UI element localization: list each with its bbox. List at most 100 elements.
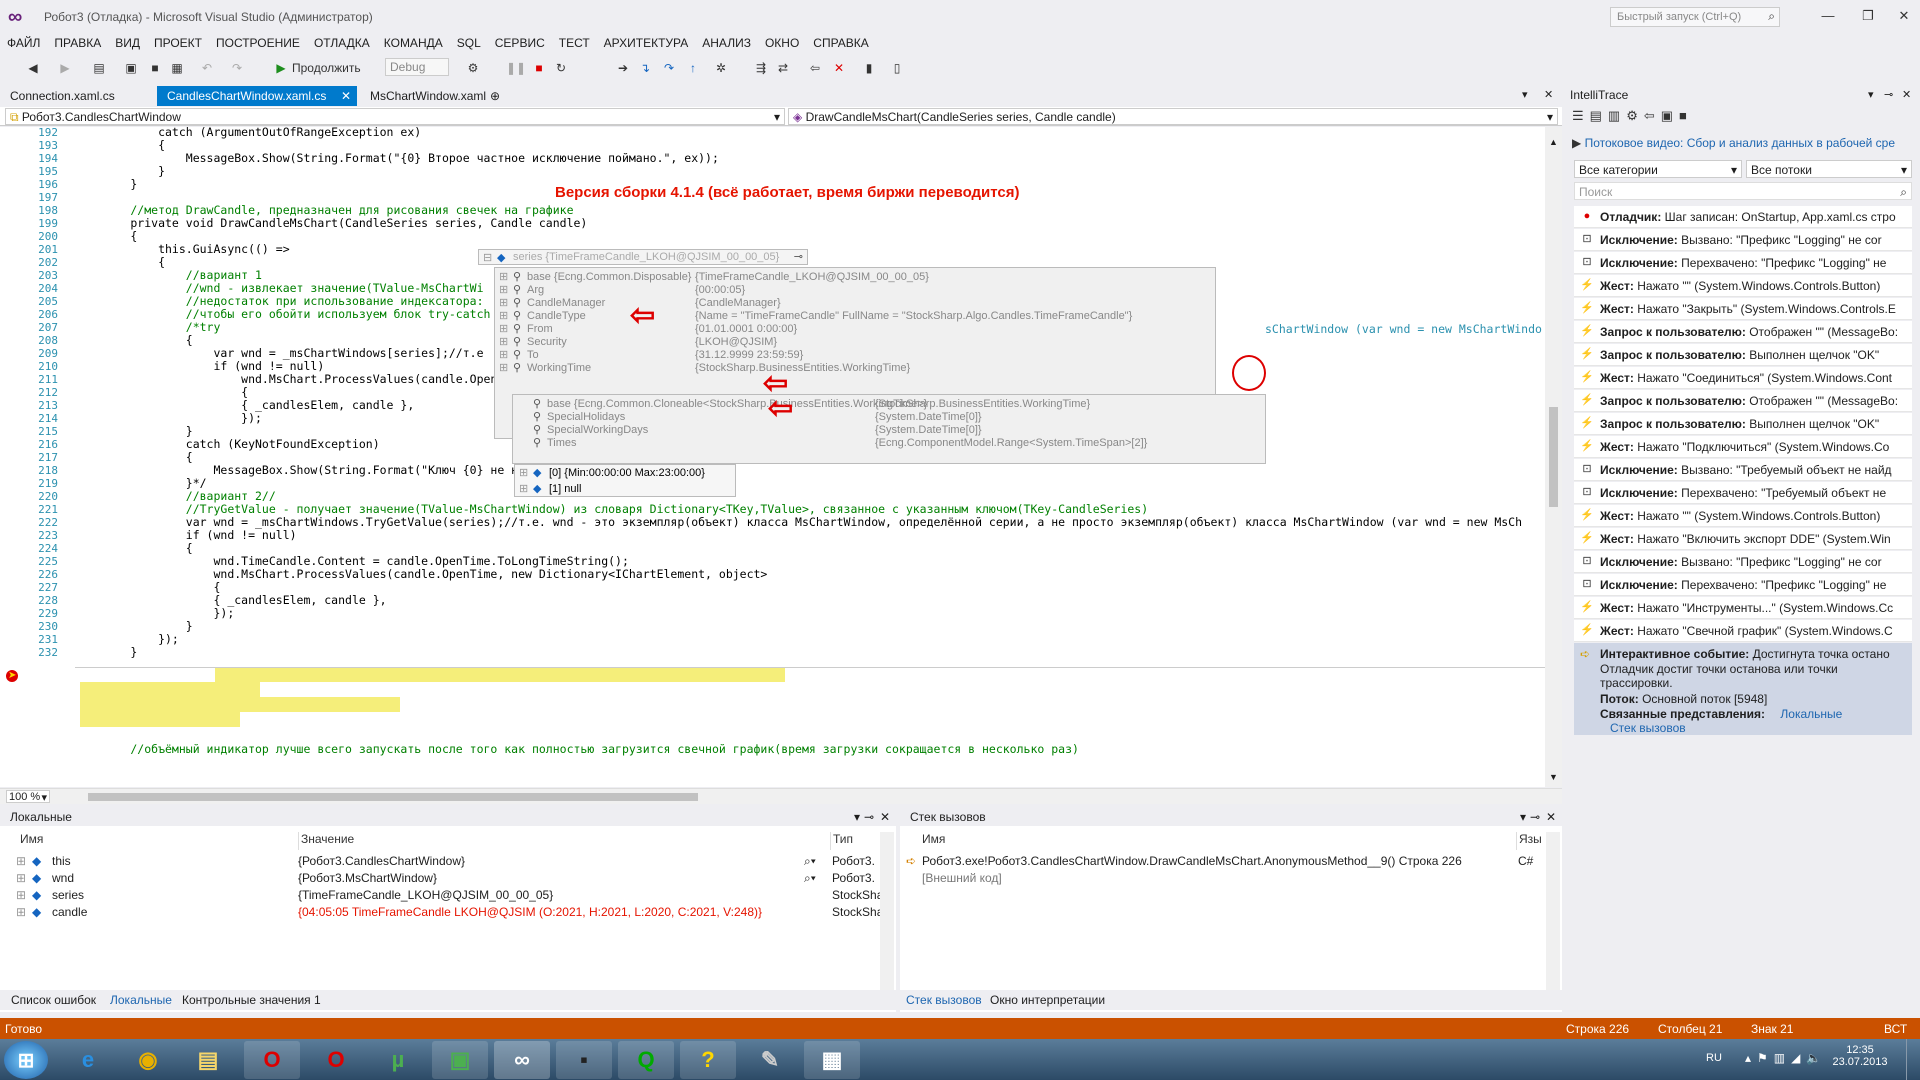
tools-icon[interactable]: ✎ [742, 1041, 798, 1079]
menu-sql[interactable]: SQL [450, 34, 488, 52]
column-value[interactable]: Значение [298, 832, 354, 850]
menu-window[interactable]: ОКНО [758, 34, 806, 52]
vertical-scrollbar[interactable] [880, 832, 894, 1000]
intellitrace-event[interactable]: ⊡ Исключение: Перехвачено: "Префикс "Logg… [1574, 574, 1912, 596]
save-app-icon[interactable]: ▪ [556, 1041, 612, 1079]
continue-button[interactable]: Продолжить [292, 58, 372, 78]
clock[interactable]: 12:35 23.07.2013 [1830, 1044, 1890, 1068]
intellitrace-event[interactable]: ⚡ Жест: Нажато "" (System.Windows.Control… [1574, 275, 1912, 297]
opera-icon[interactable]: O [308, 1041, 364, 1079]
menu-test[interactable]: ТЕСТ [552, 34, 597, 52]
tab-error-list[interactable]: Список ошибок [11, 993, 96, 1007]
menu-debug[interactable]: ОТЛАДКА [307, 34, 377, 52]
show-next-statement-icon[interactable]: ➔ [614, 58, 632, 78]
document-icon[interactable]: ▦ [804, 1041, 860, 1079]
bookmark-clear-icon[interactable]: ✕ [830, 58, 848, 78]
intellitrace-event[interactable]: ⚡ Запрос к пользователю: Выполнен щелчок … [1574, 413, 1912, 435]
locals-row[interactable]: ⊞ ◆ series {TimeFrameCandle_LKOH@QJSIM_00_0… [0, 888, 880, 905]
tab-dropdown-icon[interactable]: ▾ [1522, 88, 1528, 101]
show-desktop-button[interactable] [1906, 1039, 1920, 1080]
tab-watch-1[interactable]: Контрольные значения 1 [182, 993, 321, 1007]
hscroll-thumb[interactable] [88, 793, 698, 801]
menu-team[interactable]: КОМАНДА [377, 34, 450, 52]
intellitrace-toolbar[interactable]: ☰▤▥⚙⇦▣■ [1572, 108, 1912, 126]
tab-callstack[interactable]: Стек вызовов [906, 993, 982, 1007]
expand-icon[interactable]: ⊞ [16, 854, 26, 868]
panel-dropdown-icon[interactable]: ▾ [854, 810, 860, 824]
pin-icon[interactable]: ⊸ [864, 810, 874, 824]
internet-explorer-icon[interactable]: e [60, 1041, 116, 1079]
expand-icon[interactable]: ⊞ [499, 360, 508, 376]
datatip-times-row[interactable]: ⊞ ◆ [1] null [515, 481, 735, 497]
menu-project[interactable]: ПРОЕКТ [147, 34, 209, 52]
member-selector[interactable]: ◈ DrawCandleMsChart(CandleSeries series,… [788, 108, 1558, 125]
pin-icon[interactable]: ⊸ [1530, 810, 1540, 824]
code-editor[interactable]: 192 193 194 195 196 197 198 199 200 201 202 203 204 2… [0, 127, 1562, 787]
magnifier-icon[interactable]: ⌕▾ [804, 871, 816, 886]
panel-dropdown-icon[interactable]: ▾ [1868, 88, 1874, 101]
intellitrace-event[interactable]: ⚡ Запрос к пользователю: Отображен "" (Me… [1574, 390, 1912, 412]
expand-icon[interactable]: ⊞ [519, 465, 528, 481]
intellitrace-event[interactable]: ● Отладчик: Шаг записан: OnStartup, App.x… [1574, 206, 1912, 228]
intellitrace-event[interactable]: ⚡ Жест: Нажато "" (System.Windows.Control… [1574, 505, 1912, 527]
menu-analyze[interactable]: АНАЛИЗ [695, 34, 758, 52]
tab-locals[interactable]: Локальные [110, 993, 172, 1007]
restart-icon[interactable]: ↻ [552, 58, 570, 78]
stack-frame-icon[interactable]: ⇄ [774, 58, 792, 78]
intellitrace-event[interactable]: ⚡ Жест: Нажато "Включить экспорт DDE" (Sy… [1574, 528, 1912, 550]
opera-icon[interactable]: O [244, 1041, 300, 1079]
intellitrace-event[interactable]: ⚡ Запрос к пользователю: Выполнен щелчок … [1574, 344, 1912, 366]
intellitrace-event[interactable]: ⚡ Жест: Нажато "Инструменты..." (System.W… [1574, 597, 1912, 619]
panel-dropdown-icon[interactable]: ▾ [1520, 810, 1526, 824]
collapse-icon[interactable]: ⊟ [483, 251, 492, 264]
menu-edit[interactable]: ПРАВКА [47, 34, 108, 52]
close-icon[interactable]: ✕ [1546, 810, 1556, 824]
stop-icon[interactable]: ■ [530, 58, 548, 78]
chrome-icon[interactable]: ◉ [120, 1041, 176, 1079]
back-icon[interactable]: ◀ [24, 58, 42, 78]
visual-studio-taskbar-icon[interactable]: ∞ [494, 1041, 550, 1079]
tab-candles-chart-window[interactable]: CandlesChartWindow.xaml.cs ✕ [157, 86, 357, 106]
expand-icon[interactable]: ⊞ [16, 888, 26, 902]
intellitrace-event[interactable]: ⊡ Исключение: Перехвачено: "Префикс "Logg… [1574, 252, 1912, 274]
step-out-icon[interactable]: ↑ [684, 58, 702, 78]
vertical-scrollbar[interactable] [1546, 832, 1560, 1000]
column-language[interactable]: Язы [1516, 832, 1542, 850]
zoom-select[interactable]: 100 % ▾ [6, 790, 50, 804]
menu-tools[interactable]: СЕРВИС [488, 34, 552, 52]
menu-file[interactable]: ФАЙЛ [0, 34, 47, 52]
horizontal-scrollbar[interactable]: 100 % ▾ [0, 788, 1562, 804]
close-icon[interactable]: ✕ [1902, 88, 1911, 101]
tab-connection[interactable]: Connection.xaml.cs [0, 86, 125, 106]
column-name[interactable]: Имя [20, 832, 43, 850]
tab-close-icon[interactable]: ✕ [1544, 88, 1553, 101]
intellitrace-event[interactable]: ⚡ Жест: Нажато "Свечной график" (System.W… [1574, 620, 1912, 642]
type-selector[interactable]: ⧉ Робот3.CandlesChartWindow ▾ [5, 108, 785, 125]
intellitrace-event[interactable]: ⚡ Жест: Нажато "Подключиться" (System.Win… [1574, 436, 1912, 458]
language-indicator[interactable]: RU [1706, 1052, 1722, 1064]
step-over-icon[interactable]: ↷ [660, 58, 678, 78]
locals-row[interactable]: ⊞ ◆ wnd {Робот3.MsChartWindow} ⌕▾ Робот3. [0, 871, 880, 888]
close-icon[interactable]: ✕ [880, 810, 890, 824]
new-project-icon[interactable]: ▤ [90, 58, 108, 78]
toggle-bookmark-icon[interactable]: ▯ [888, 58, 906, 78]
expand-icon[interactable]: ⊞ [16, 905, 26, 919]
redo-icon[interactable]: ↷ [228, 58, 246, 78]
datatip-row[interactable]: ⊞ ⚲ WorkingTime {StockSharp.BusinessEntitie… [495, 360, 1215, 376]
pin-icon[interactable]: ⊸ [1884, 88, 1893, 101]
column-name[interactable]: Имя [922, 832, 945, 850]
tab-mschart-window[interactable]: MsChartWindow.xaml ⊕ [360, 86, 510, 106]
maximize-button[interactable]: ❐ [1857, 6, 1879, 26]
scroll-up-icon[interactable]: ▲ [1549, 137, 1558, 147]
intellitrace-event[interactable]: ⚡ Запрос к пользователю: Отображен "" (Me… [1574, 321, 1912, 343]
undo-icon[interactable]: ↶ [198, 58, 216, 78]
locals-link[interactable]: Локальные [1780, 707, 1842, 721]
callstack-row[interactable]: [Внешний код] [900, 871, 1546, 888]
config-select[interactable]: Debug [385, 58, 449, 76]
tab-immediate-window[interactable]: Окно интерпретации [990, 993, 1105, 1007]
callstack-link[interactable]: Стек вызовов [1610, 721, 1686, 735]
forward-icon[interactable]: ▶ [56, 58, 74, 78]
close-tab-icon[interactable]: ✕ [341, 89, 351, 103]
thread-filter[interactable]: Все потоки ▾ [1746, 160, 1912, 178]
help-icon[interactable]: ? [680, 1041, 736, 1079]
